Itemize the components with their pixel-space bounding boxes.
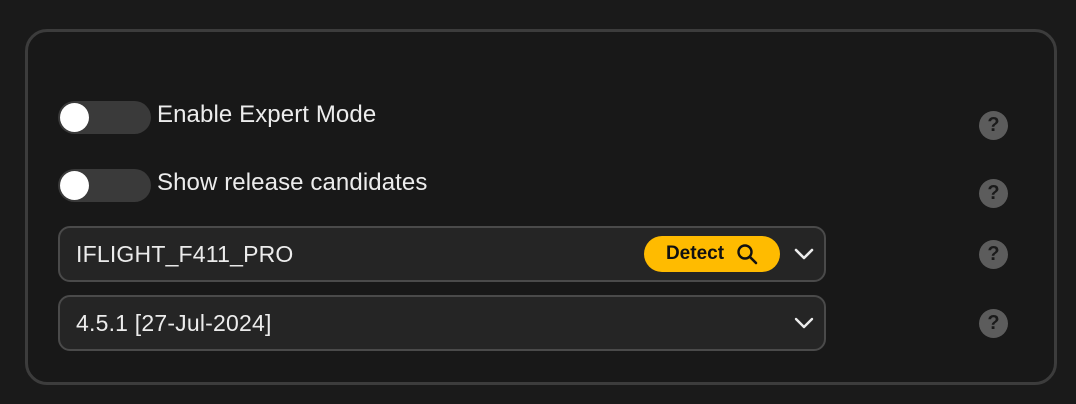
chevron-down-icon	[792, 311, 816, 335]
firmware-version-value: 4.5.1 [27-Jul-2024]	[76, 309, 272, 336]
expert-mode-toggle[interactable]	[58, 101, 151, 134]
expert-mode-help-icon[interactable]: ?	[979, 111, 1008, 140]
release-candidates-help-icon[interactable]: ?	[979, 179, 1008, 208]
release-candidates-label: Show release candidates	[157, 168, 428, 196]
search-icon	[737, 244, 758, 265]
release-candidates-row: Show release candidates	[58, 169, 427, 202]
toggle-knob	[60, 103, 89, 132]
expert-mode-label: Enable Expert Mode	[157, 100, 377, 128]
release-candidates-toggle[interactable]	[58, 169, 151, 202]
chevron-down-icon	[792, 242, 816, 266]
firmware-options-panel: Enable Expert Mode ? Show release candid…	[25, 29, 1057, 385]
board-help-icon[interactable]: ?	[979, 240, 1008, 269]
firmware-version-select[interactable]: 4.5.1 [27-Jul-2024]	[58, 295, 826, 351]
detect-button[interactable]: Detect	[644, 236, 780, 272]
detect-button-label: Detect	[665, 243, 725, 264]
board-select-value: IFLIGHT_F411_PRO	[76, 240, 294, 267]
expert-mode-row: Enable Expert Mode	[58, 101, 376, 134]
firmware-help-icon[interactable]: ?	[979, 309, 1008, 338]
toggle-knob	[60, 171, 89, 200]
board-select[interactable]: IFLIGHT_F411_PRO Detect	[58, 226, 826, 282]
